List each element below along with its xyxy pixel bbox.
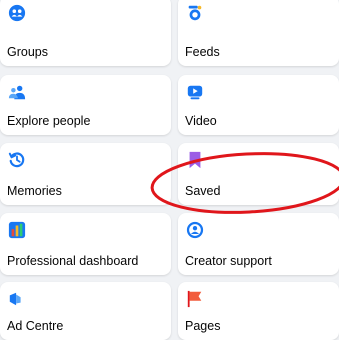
menu-item-label: Memories [7,184,62,198]
menu-item-label: Professional dashboard [7,254,139,268]
menu-item-saved[interactable]: Saved [178,143,339,205]
flag-icon [187,290,202,308]
video-icon [187,85,203,100]
menu-item-label: Explore people [7,114,91,128]
menu-item-label: Ad Centre [7,319,64,333]
menu-item-label: Video [185,114,217,128]
menu-item-label: Groups [7,45,48,59]
menu-item-professional-dashboard[interactable]: Professional dashboard [0,213,171,275]
menu-item-feeds[interactable]: Feeds [178,0,339,66]
menu-item-explore-people[interactable]: Explore people [0,75,171,135]
menu-item-ad-centre[interactable]: Ad Centre [0,282,171,340]
menu-item-label: Saved [185,184,221,198]
menu-item-label: Creator support [185,254,272,268]
menu-item-creator-support[interactable]: Creator support [178,213,339,275]
bookmark-icon [189,151,201,169]
menu-item-pages[interactable]: Pages [178,282,339,340]
menu-item-groups[interactable]: Groups [0,0,171,66]
creator-support-icon [186,221,204,239]
menu-item-label: Feeds [185,45,220,59]
feeds-icon [188,5,202,21]
menu-item-video[interactable]: Video [178,75,339,135]
memories-icon [8,152,25,168]
people-icon [8,85,26,100]
menu-item-label: Pages [185,319,221,333]
groups-icon [8,4,26,22]
menu-item-memories[interactable]: Memories [0,143,171,205]
megaphone-icon [9,292,21,306]
dashboard-icon [8,221,26,239]
